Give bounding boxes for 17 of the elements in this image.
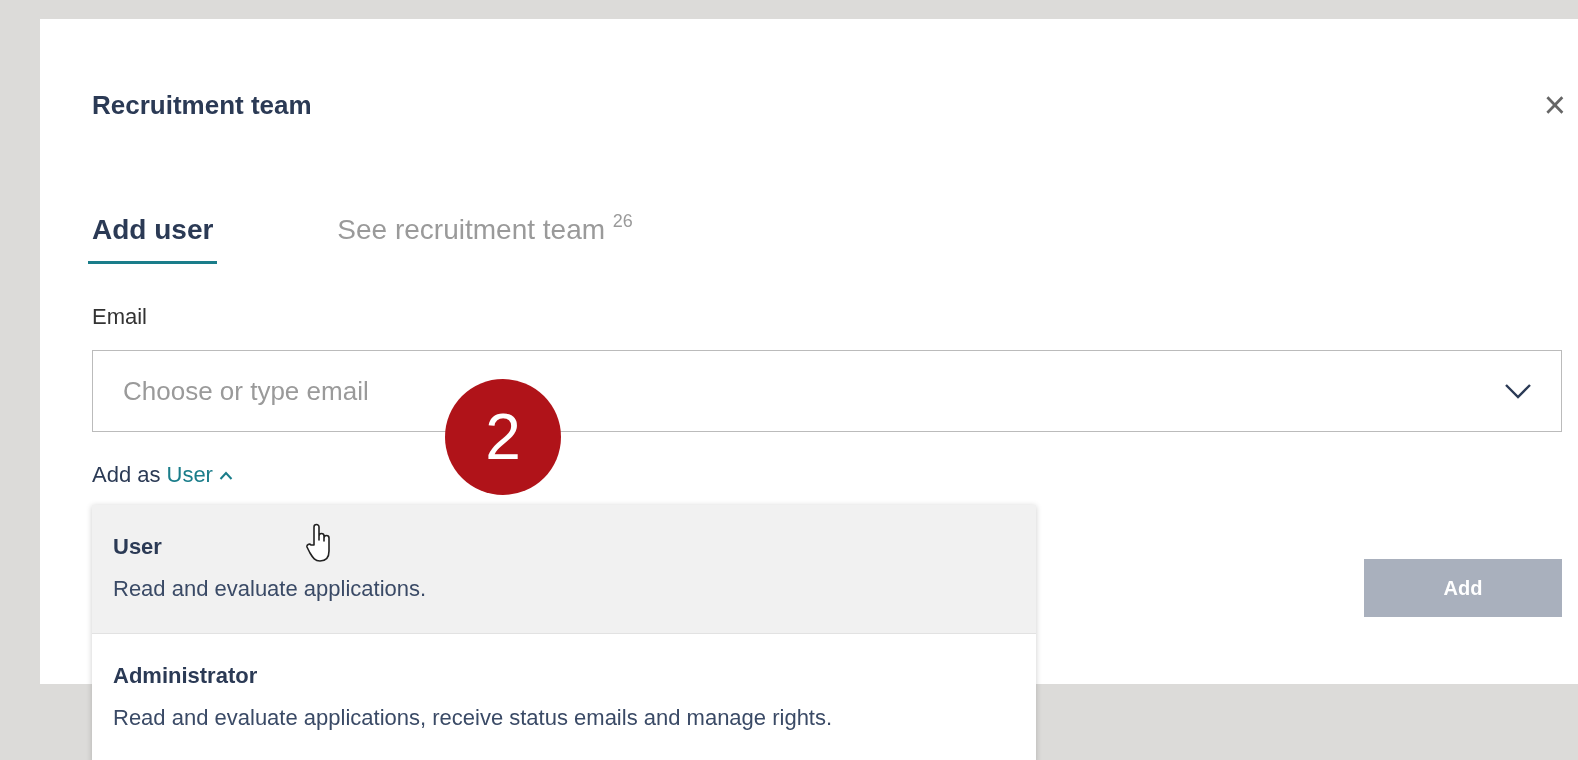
menu-item[interactable]: User Read and evaluate applications. xyxy=(92,505,1036,634)
step-number-badge: 2 xyxy=(445,379,561,495)
chevron-down-icon[interactable] xyxy=(1504,383,1532,399)
close-button[interactable]: × xyxy=(1543,89,1566,121)
tab[interactable]: See recruitment team $^{26}$ xyxy=(333,213,637,264)
role-dropdown-link[interactable]: User xyxy=(166,462,233,488)
tab[interactable]: Add user xyxy=(88,213,218,264)
item-description: Read and evaluate applications. xyxy=(113,575,428,603)
field-label: Email xyxy=(92,304,148,330)
dialog-title: Recruitment team xyxy=(92,89,312,121)
hand-cursor-icon xyxy=(306,523,332,563)
item-title: Administrator xyxy=(113,662,258,690)
menu-item[interactable]: Administrator Read and evaluate applications, receive status emails and manage rights. xyxy=(92,634,1036,760)
role-label: Add as xyxy=(92,462,161,488)
item-description: Read and evaluate applications, receive status emails and manage rights. xyxy=(113,704,834,732)
caret-up-icon xyxy=(218,470,233,480)
item-title: User xyxy=(113,533,162,561)
